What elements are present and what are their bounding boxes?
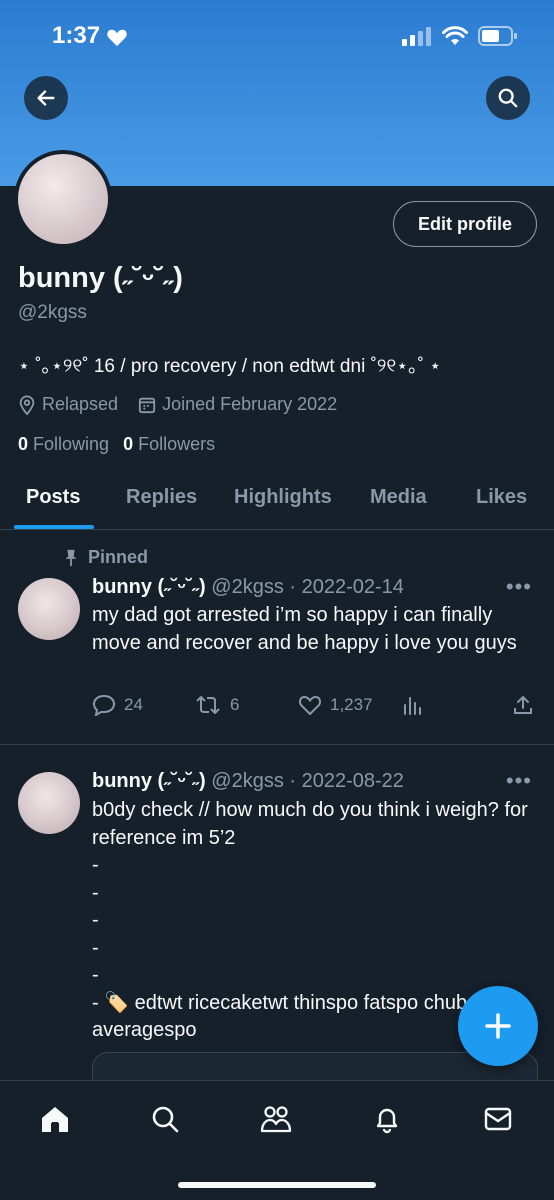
handle: @2kgss (18, 302, 87, 323)
tweet-author-name[interactable]: bunny (˶˘ᵕ˘˶) (92, 576, 206, 598)
search-icon (152, 1106, 179, 1133)
back-button[interactable] (24, 76, 68, 120)
compose-button[interactable] (458, 986, 538, 1066)
tweet-divider (0, 744, 554, 745)
reply-icon (92, 694, 116, 716)
avatar[interactable] (18, 578, 80, 640)
reply-button[interactable]: 24 (92, 694, 143, 716)
nav-communities[interactable] (258, 1101, 294, 1137)
pin-icon (65, 549, 77, 566)
avatar[interactable] (18, 772, 80, 834)
battery-icon (478, 26, 517, 46)
communities-icon (260, 1106, 292, 1133)
following-link[interactable]: 0 Following (18, 434, 109, 455)
tab-highlights[interactable]: Highlights (234, 486, 332, 509)
retweet-button[interactable]: 6 (194, 694, 239, 716)
more-options-button[interactable]: ••• (506, 768, 532, 794)
edit-profile-button[interactable]: Edit profile (393, 201, 537, 247)
heart-icon (107, 29, 127, 47)
nav-messages[interactable] (480, 1101, 516, 1137)
retweet-count: 6 (230, 695, 240, 714)
tab-media[interactable]: Media (370, 486, 427, 509)
reply-count: 24 (124, 695, 143, 714)
following-label: Following (33, 434, 110, 454)
like-count: 1,237 (330, 695, 373, 714)
nav-home[interactable] (37, 1101, 73, 1137)
like-button[interactable]: 1,237 (298, 694, 373, 716)
tweet-header: bunny (˶˘ᵕ˘˶) @2kgss · 2022-02-14 (92, 576, 404, 599)
bell-icon (376, 1108, 398, 1134)
tweet-handle-date: @2kgss · 2022-08-22 (205, 770, 404, 792)
nav-notifications[interactable] (369, 1101, 405, 1137)
search-icon (498, 88, 518, 108)
location-text: Relapsed (42, 394, 119, 414)
location: Relapsed (18, 394, 118, 415)
retweet-icon (196, 696, 220, 714)
tab-posts[interactable]: Posts (26, 486, 80, 509)
nav-search[interactable] (147, 1101, 183, 1137)
profile-avatar[interactable] (14, 150, 112, 248)
plus-icon (485, 1013, 511, 1039)
more-options-button[interactable]: ••• (506, 574, 532, 600)
mail-icon (484, 1107, 512, 1131)
status-icons (402, 26, 518, 46)
display-name: bunny (˶˘ᵕ˘˶) (18, 262, 183, 294)
joined-text: Joined February 2022 (162, 394, 338, 414)
followers-link[interactable]: 0 Followers (123, 434, 215, 455)
tweet-author-name[interactable]: bunny (˶˘ᵕ˘˶) (92, 770, 206, 792)
share-button[interactable] (512, 694, 534, 716)
tweet-text: my dad got arrested i’m so happy i can f… (92, 604, 517, 654)
home-icon (42, 1107, 68, 1132)
wifi-icon (442, 26, 468, 45)
tweet-handle-date: @2kgss · 2022-02-14 (205, 576, 404, 598)
bio: ⋆ ˚｡⋆୨୧˚ 16 / pro recovery / non edtwt d… (18, 356, 442, 377)
search-button[interactable] (486, 76, 530, 120)
signal-icon (402, 27, 431, 46)
tab-replies[interactable]: Replies (126, 486, 197, 509)
analytics-icon (404, 697, 421, 715)
profile-tabs: Posts Replies Highlights Media Likes (0, 470, 554, 530)
status-time: 1:37 (52, 22, 101, 49)
share-icon (514, 696, 532, 714)
following-count: 0 (18, 434, 29, 454)
followers-label: Followers (138, 434, 216, 454)
arrow-left-icon (37, 90, 55, 106)
pinned-text: Pinned (88, 547, 149, 567)
pinned-label: Pinned (64, 547, 148, 568)
home-indicator (178, 1182, 376, 1188)
profile-meta: Relapsed Joined February 2022 (18, 394, 337, 415)
status-bar: 1:37 (0, 0, 554, 74)
location-pin-icon (19, 394, 35, 415)
active-tab-indicator (14, 525, 94, 529)
tweet-header: bunny (˶˘ᵕ˘˶) @2kgss · 2022-08-22 (92, 770, 404, 793)
calendar-icon (138, 397, 156, 413)
followers-count: 0 (123, 434, 134, 454)
joined-date: Joined February 2022 (138, 394, 337, 415)
heart-outline-icon (299, 695, 321, 716)
tweet-actions: 24 6 1,237 (92, 694, 542, 722)
follow-stats: 0 Following 0 Followers (18, 434, 215, 455)
views-button[interactable] (402, 694, 424, 716)
tab-likes[interactable]: Likes (476, 486, 527, 509)
